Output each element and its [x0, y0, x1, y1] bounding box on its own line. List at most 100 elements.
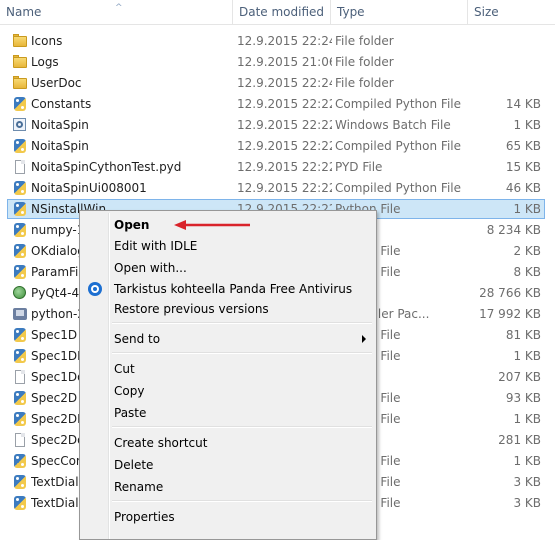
file-size: 1 KB: [513, 412, 541, 426]
column-header-name-label: Name: [6, 5, 42, 19]
file-size: 8 234 KB: [486, 223, 541, 237]
python-compiled-icon: [13, 97, 27, 111]
file-type: Compiled Python File: [335, 139, 461, 153]
file-size: 1 KB: [513, 454, 541, 468]
folder-icon: [13, 55, 27, 69]
menu-item-send-to[interactable]: Send to: [114, 329, 160, 349]
file-row[interactable]: Constants 12.9.2015 22:22 Compiled Python …: [0, 94, 555, 115]
column-header-size[interactable]: Size: [468, 0, 555, 24]
file-size: 3 KB: [513, 496, 541, 510]
file-date-modified: 12.9.2015 22:22: [237, 97, 332, 111]
file-size: 8 KB: [513, 265, 541, 279]
menu-item-properties[interactable]: Properties: [114, 507, 175, 527]
python-compiled-icon: [13, 328, 27, 342]
menu-separator: [112, 426, 372, 428]
column-header-type-label: Type: [337, 5, 365, 19]
file-size: 3 KB: [513, 475, 541, 489]
submenu-arrow-icon: [362, 335, 366, 343]
menu-item-tarkistus-kohteella-panda-free-antivirus[interactable]: Tarkistus kohteella Panda Free Antivirus: [114, 279, 352, 299]
file-type: Compiled Python File: [335, 181, 461, 195]
python-compiled-icon: [13, 391, 27, 405]
python-file-icon: [13, 223, 27, 237]
menu-item-delete[interactable]: Delete: [114, 455, 153, 475]
file-name: NoitaSpinCythonTest.pyd: [31, 160, 182, 174]
file-date-modified: 12.9.2015 22:24: [237, 76, 332, 90]
column-header-date[interactable]: Date modified: [233, 0, 331, 24]
batch-file-icon: [13, 118, 27, 132]
column-header-name[interactable]: Name ^: [0, 0, 233, 24]
column-header-date-label: Date modified: [239, 5, 325, 19]
file-name: Logs: [31, 55, 59, 69]
file-row[interactable]: NoitaSpinUi008001 12.9.2015 22:22 Compiled…: [0, 178, 555, 199]
file-size: 14 KB: [505, 97, 541, 111]
file-name: Icons: [31, 34, 63, 48]
column-header-type[interactable]: Type: [331, 0, 468, 24]
file-type: File folder: [335, 76, 394, 90]
file-date-modified: 12.9.2015 22:22: [237, 139, 332, 153]
file-size: 93 KB: [505, 391, 541, 405]
file-row[interactable]: NoitaSpinCythonTest.pyd 12.9.2015 22:22 PY…: [0, 157, 555, 178]
installer-icon: [13, 307, 27, 321]
context-menu: Open Edit with IDLE Open with... Tarkistus …: [79, 210, 377, 540]
python-compiled-icon: [13, 496, 27, 510]
sort-ascending-icon: ^: [115, 3, 123, 13]
file-size: 281 KB: [498, 433, 541, 447]
file-type: File folder: [335, 55, 394, 69]
document-icon: [13, 160, 27, 174]
file-size: 15 KB: [505, 160, 541, 174]
menu-item-copy[interactable]: Copy: [114, 381, 144, 401]
menu-item-restore-previous-versions[interactable]: Restore previous versions: [114, 299, 269, 319]
file-size: 46 KB: [505, 181, 541, 195]
file-row[interactable]: Logs 12.9.2015 21:06 File folder: [0, 52, 555, 73]
menu-separator: [112, 500, 372, 502]
file-date-modified: 12.9.2015 22:24: [237, 34, 332, 48]
python-compiled-icon: [13, 412, 27, 426]
file-type: Windows Batch File: [335, 118, 451, 132]
file-name: NoitaSpin: [31, 118, 89, 132]
python-compiled-icon: [13, 181, 27, 195]
file-size: 1 KB: [513, 202, 541, 216]
file-row[interactable]: NoitaSpin 12.9.2015 22:22 Compiled Python …: [0, 136, 555, 157]
file-size: 17 992 KB: [479, 307, 541, 321]
python-compiled-icon: [13, 244, 27, 258]
red-arrow-annotation: [174, 220, 250, 230]
python-compiled-icon: [13, 265, 27, 279]
file-type: Compiled Python File: [335, 97, 461, 111]
document-icon: [13, 433, 27, 447]
file-date-modified: 12.9.2015 22:22: [237, 118, 332, 132]
python-file-icon: [13, 202, 27, 216]
python-compiled-icon: [13, 475, 27, 489]
folder-icon: [13, 76, 27, 90]
menu-item-open-with[interactable]: Open with...: [114, 258, 187, 278]
menu-item-paste[interactable]: Paste: [114, 403, 146, 423]
python-compiled-icon: [13, 454, 27, 468]
menu-item-open[interactable]: Open: [114, 215, 149, 235]
file-size: 1 KB: [513, 349, 541, 363]
file-date-modified: 12.9.2015 22:22: [237, 181, 332, 195]
menu-item-edit-with-idle[interactable]: Edit with IDLE: [114, 236, 197, 256]
file-size: 81 KB: [505, 328, 541, 342]
file-row[interactable]: NoitaSpin 12.9.2015 22:22 Windows Batch Fi…: [0, 115, 555, 136]
menu-item-cut[interactable]: Cut: [114, 359, 135, 379]
file-size: 1 KB: [513, 118, 541, 132]
menu-separator: [112, 322, 372, 324]
file-row[interactable]: UserDoc 12.9.2015 22:24 File folder: [0, 73, 555, 94]
file-name: NoitaSpinUi008001: [31, 181, 147, 195]
file-name: UserDoc: [31, 76, 82, 90]
context-menu-gutter: [108, 213, 110, 539]
panda-antivirus-icon: [88, 282, 102, 296]
file-row[interactable]: Icons 12.9.2015 22:24 File folder: [0, 31, 555, 52]
file-size: 207 KB: [498, 370, 541, 384]
menu-item-create-shortcut[interactable]: Create shortcut: [114, 433, 207, 453]
file-date-modified: 12.9.2015 21:06: [237, 55, 332, 69]
menu-separator: [112, 352, 372, 354]
python-compiled-icon: [13, 349, 27, 363]
document-icon: [13, 370, 27, 384]
column-header-size-label: Size: [474, 5, 499, 19]
file-type: PYD File: [335, 160, 383, 174]
file-size: 2 KB: [513, 244, 541, 258]
file-name: NoitaSpin: [31, 139, 89, 153]
package-icon: [13, 286, 27, 300]
menu-item-rename[interactable]: Rename: [114, 477, 163, 497]
column-header-bar: Name ^ Date modified Type Size: [0, 0, 555, 25]
